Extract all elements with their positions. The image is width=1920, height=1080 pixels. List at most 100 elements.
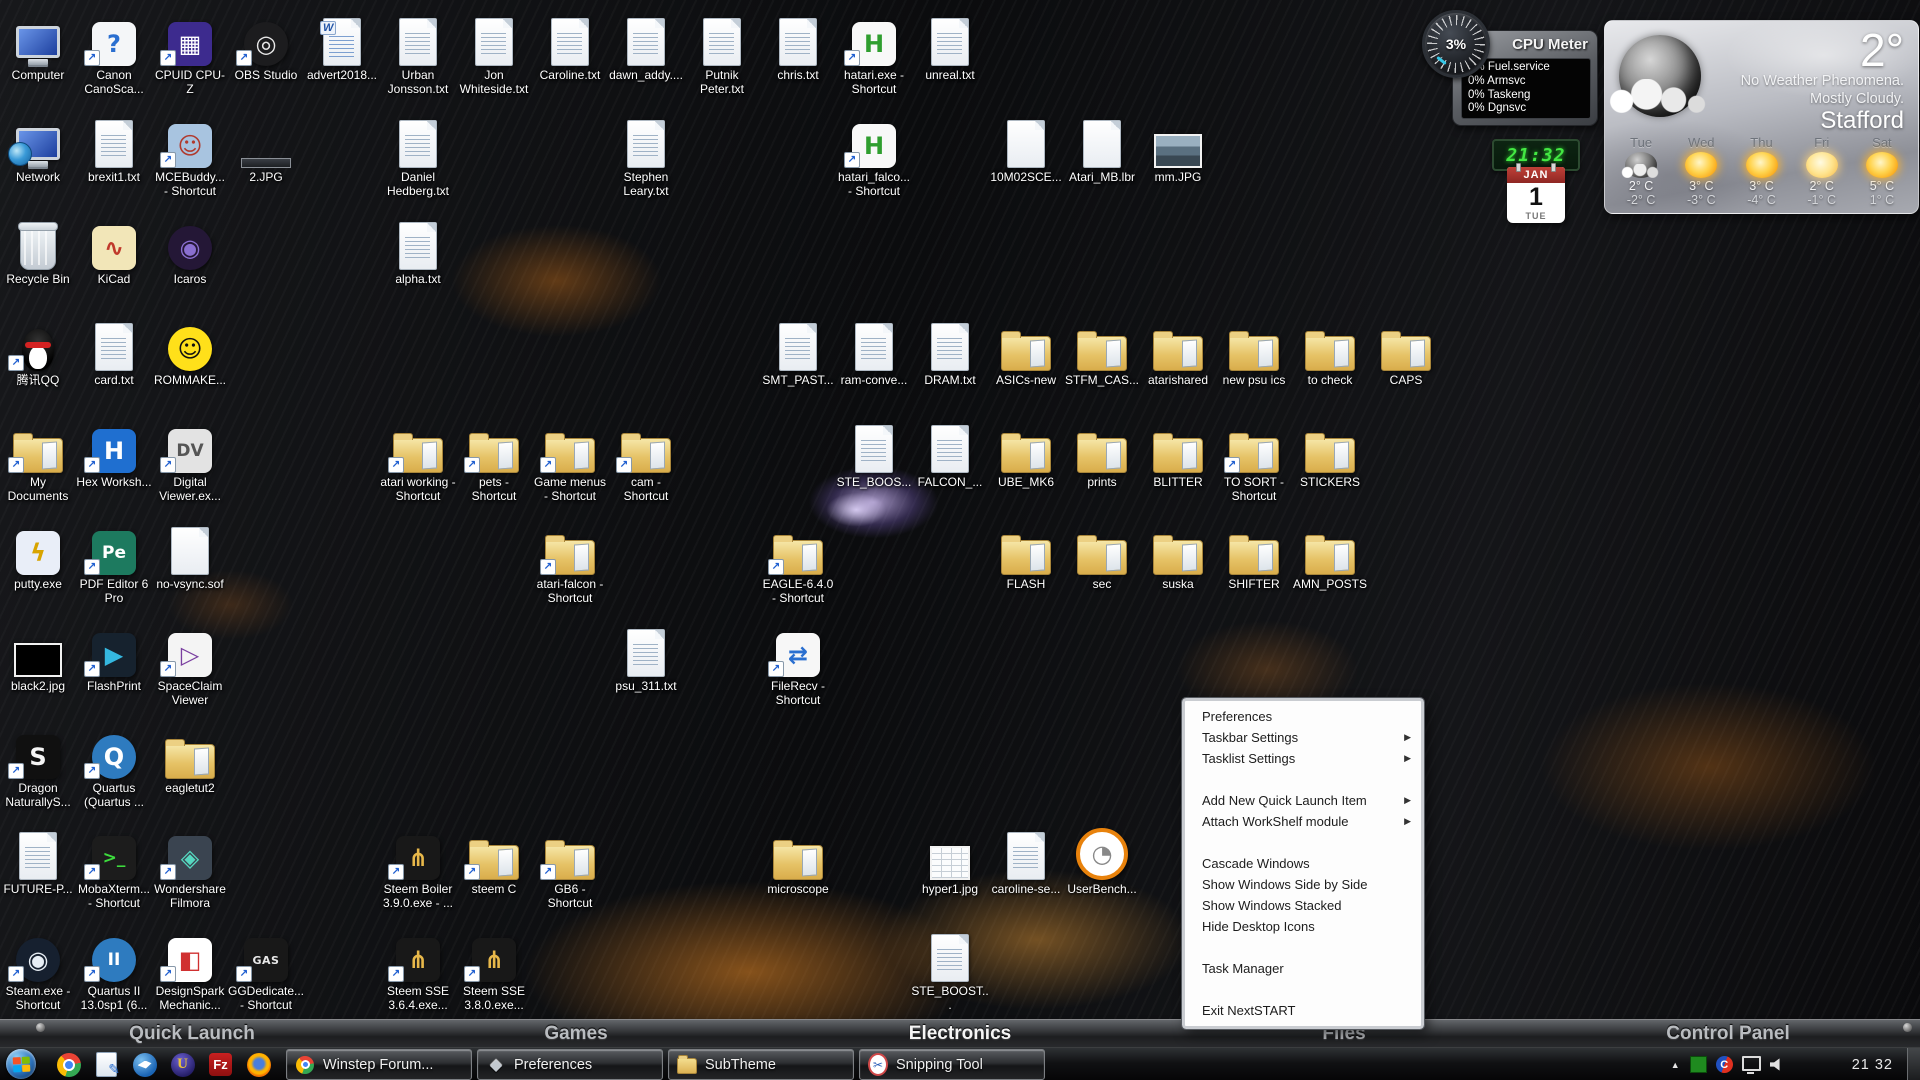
desktop-icon-kicad[interactable]: ∿KiCad — [76, 216, 152, 286]
desktop-icon-eagle-6-4-0-shortcut[interactable]: ↗EAGLE-6.4.0 - Shortcut — [760, 521, 836, 605]
desktop-icon-ggdedicate-shortcut[interactable]: GAS↗GGDedicate... - Shortcut — [228, 928, 304, 1012]
desktop-icon-network[interactable]: Network — [0, 114, 76, 184]
forecast-day-wed[interactable]: Wed3° C-3° C — [1671, 135, 1731, 207]
ccleaner-tray-icon[interactable]: C — [1716, 1056, 1733, 1073]
menu-item-attach-workshelf-module[interactable]: Attach WorkShelf module▶ — [1185, 811, 1421, 832]
desktop-icon-cpuid-cpu-z[interactable]: ▦↗CPUID CPU-Z — [152, 12, 228, 96]
desktop[interactable]: Computer?↗Canon CanoSca...▦↗CPUID CPU-Z◎… — [0, 0, 1920, 1080]
desktop-icon-computer[interactable]: Computer — [0, 12, 76, 82]
desktop-icon-stephen-leary-txt[interactable]: Stephen Leary.txt — [608, 114, 684, 198]
unreal-tournament-icon[interactable]: U — [170, 1052, 195, 1077]
desktop-icon-card-txt[interactable]: card.txt — [76, 317, 152, 387]
desktop-icon-steem-sse-3-8-0-exe[interactable]: ⋔↗Steem SSE 3.8.0.exe... — [456, 928, 532, 1012]
desktop-icon-steem-c[interactable]: ↗steem C — [456, 826, 532, 896]
desktop-icon-designspark-mechanic[interactable]: ◧↗DesignSpark Mechanic... — [152, 928, 228, 1012]
desktop-icon-microscope[interactable]: microscope — [760, 826, 836, 896]
desktop-icon-quartus-ii-13-0sp1-6[interactable]: II↗Quartus II 13.0sp1 (6... — [76, 928, 152, 1012]
desktop-icon-icaros[interactable]: ◉Icaros — [152, 216, 228, 286]
task-button-preferences[interactable]: ◆Preferences — [477, 1049, 663, 1080]
task-button-snipping-tool[interactable]: ✂Snipping Tool — [859, 1049, 1045, 1080]
shelf-handle-icon[interactable] — [1903, 1023, 1912, 1032]
desktop-icon-cam-shortcut[interactable]: ↗cam - Shortcut — [608, 419, 684, 503]
desktop-icon-daniel-hedberg-txt[interactable]: Daniel Hedberg.txt — [380, 114, 456, 198]
start-button[interactable] — [6, 1049, 36, 1079]
tray-expand-icon[interactable]: ▲ — [1671, 1060, 1680, 1070]
desktop-icon-blitter[interactable]: BLITTER — [1140, 419, 1216, 489]
desktop-icon-shifter[interactable]: SHIFTER — [1216, 521, 1292, 591]
desktop-icon-jon-whiteside-txt[interactable]: Jon Whiteside.txt — [456, 12, 532, 96]
desktop-icon-ube-mk6[interactable]: UBE_MK6 — [988, 419, 1064, 489]
menu-item-taskbar-settings[interactable]: Taskbar Settings▶ — [1185, 727, 1421, 748]
desktop-icon-pdf-editor-6-pro[interactable]: Pe↗PDF Editor 6 Pro — [76, 521, 152, 605]
menu-item-show-windows-side-by-side[interactable]: Show Windows Side by Side — [1185, 874, 1421, 895]
desktop-icon-quartus-quartus[interactable]: Q↗Quartus (Quartus ... — [76, 725, 152, 809]
desktop-icon-caps[interactable]: CAPS — [1368, 317, 1444, 387]
desktop-icon-digital-viewer-ex[interactable]: DV↗Digital Viewer.ex... — [152, 419, 228, 503]
thunderbird-icon[interactable] — [132, 1052, 157, 1077]
menu-item-tasklist-settings[interactable]: Tasklist Settings▶ — [1185, 748, 1421, 769]
desktop-icon-pets-shortcut[interactable]: ↗pets - Shortcut — [456, 419, 532, 503]
desktop-icon-userbench[interactable]: ◔UserBench... — [1064, 826, 1140, 896]
desktop-icon-ste-boos[interactable]: STE_BOOS... — [836, 419, 912, 489]
desktop-icon-amn-posts[interactable]: AMN_POSTS — [1292, 521, 1368, 591]
desktop-icon-prints[interactable]: prints — [1064, 419, 1140, 489]
volume-tray-icon[interactable] — [1770, 1058, 1787, 1072]
desktop-icon-dragon-naturallys[interactable]: S↗Dragon NaturallyS... — [0, 725, 76, 809]
forecast-day-thu[interactable]: Thu3° C-4° C — [1731, 135, 1791, 207]
desktop-icon-my-documents[interactable]: ↗My Documents — [0, 419, 76, 503]
menu-item-show-windows-stacked[interactable]: Show Windows Stacked — [1185, 895, 1421, 916]
desktop-icon-falcon[interactable]: FALCON_... — [912, 419, 988, 489]
desktop-icon-2-jpg[interactable]: 2.JPG — [228, 114, 304, 184]
desktop-icon-dawn-addy[interactable]: dawn_addy.... — [608, 12, 684, 82]
desktop-icon-flash[interactable]: FLASH — [988, 521, 1064, 591]
weather-gadget[interactable]: 2° No Weather Phenomena. Mostly Cloudy. … — [1604, 20, 1919, 214]
desktop-icon-atarishared[interactable]: atarishared — [1140, 317, 1216, 387]
forecast-day-sat[interactable]: Sat5° C1° C — [1852, 135, 1912, 207]
shelf-section-games[interactable]: Games — [544, 1020, 607, 1048]
desktop-icon-flashprint[interactable]: ▶↗FlashPrint — [76, 623, 152, 693]
desktop-icon-caroline-txt[interactable]: Caroline.txt — [532, 12, 608, 82]
desktop-icon-hyper1-jpg[interactable]: hyper1.jpg — [912, 826, 988, 896]
desktop-icon-hatari-falco-shortcut[interactable]: H↗hatari_falco... - Shortcut — [836, 114, 912, 198]
text-editor-icon[interactable] — [94, 1052, 119, 1077]
desktop-icon-caroline-se[interactable]: caroline-se... — [988, 826, 1064, 896]
menu-item-cascade-windows[interactable]: Cascade Windows — [1185, 853, 1421, 874]
network-tray-icon[interactable] — [1742, 1056, 1761, 1071]
show-desktop-button[interactable] — [1907, 1048, 1920, 1080]
desktop-icon-atari-working-shortcut[interactable]: ↗atari working - Shortcut — [380, 419, 456, 503]
desktop-icon-new-psu-ics[interactable]: new psu ics — [1216, 317, 1292, 387]
desktop-icon-eagletut2[interactable]: eagletut2 — [152, 725, 228, 795]
desktop-icon-canon-canosca[interactable]: ?↗Canon CanoSca... — [76, 12, 152, 96]
desktop-icon-no-vsync-sof[interactable]: no-vsync.sof — [152, 521, 228, 591]
desktop-icon-asics-new[interactable]: ASICs-new — [988, 317, 1064, 387]
menu-item-preferences[interactable]: Preferences — [1185, 706, 1421, 727]
desktop-icon-qq[interactable]: ↗腾讯QQ — [0, 317, 76, 387]
desktop-icon-unreal-txt[interactable]: unreal.txt — [912, 12, 988, 82]
shelf-section-quick-launch[interactable]: Quick Launch — [129, 1020, 255, 1048]
desktop-icon-smt-past[interactable]: SMT_PAST... — [760, 317, 836, 387]
desktop-icon-dram-txt[interactable]: DRAM.txt — [912, 317, 988, 387]
desktop-icon-obs-studio[interactable]: ◎↗OBS Studio — [228, 12, 304, 82]
shelf-section-control-panel[interactable]: Control Panel — [1666, 1020, 1790, 1048]
desktop-icon-steem-sse-3-6-4-exe[interactable]: ⋔↗Steem SSE 3.6.4.exe... — [380, 928, 456, 1012]
desktop-icon-hatari-exe-shortcut[interactable]: H↗hatari.exe - Shortcut — [836, 12, 912, 96]
shelf-handle-icon[interactable] — [36, 1023, 45, 1032]
desktop-icon-ram-conve[interactable]: ram-conve... — [836, 317, 912, 387]
desktop-icon-hex-worksh[interactable]: H↗Hex Worksh... — [76, 419, 152, 489]
desktop-icon-steam-exe-shortcut[interactable]: ◉↗Steam.exe - Shortcut — [0, 928, 76, 1012]
desktop-icon-mobaxterm-shortcut[interactable]: >_↗MobaXterm... - Shortcut — [76, 826, 152, 910]
menu-item-hide-desktop-icons[interactable]: Hide Desktop Icons — [1185, 916, 1421, 937]
desktop-icon-alpha-txt[interactable]: alpha.txt — [380, 216, 456, 286]
desktop-icon-ste-boost[interactable]: STE_BOOST... — [912, 928, 988, 1012]
desktop-icon-atari-mb-lbr[interactable]: Atari_MB.lbr — [1064, 114, 1140, 184]
desktop-icon-putty-exe[interactable]: ϟputty.exe — [0, 521, 76, 591]
desktop-icon-chris-txt[interactable]: chris.txt — [760, 12, 836, 82]
desktop-icon-future-p[interactable]: FUTURE-P... — [0, 826, 76, 896]
desktop-icon-suska[interactable]: suska — [1140, 521, 1216, 591]
desktop-icon-black2-jpg[interactable]: black2.jpg — [0, 623, 76, 693]
desktop-icon-stickers[interactable]: STICKERS — [1292, 419, 1368, 489]
firefox-icon[interactable] — [246, 1052, 271, 1077]
filezilla-icon[interactable]: Fz — [208, 1052, 233, 1077]
desktop-icon-urban-jonsson-txt[interactable]: Urban Jonsson.txt — [380, 12, 456, 96]
desktop-icon-filerecv-shortcut[interactable]: ⇄↗FileRecv - Shortcut — [760, 623, 836, 707]
